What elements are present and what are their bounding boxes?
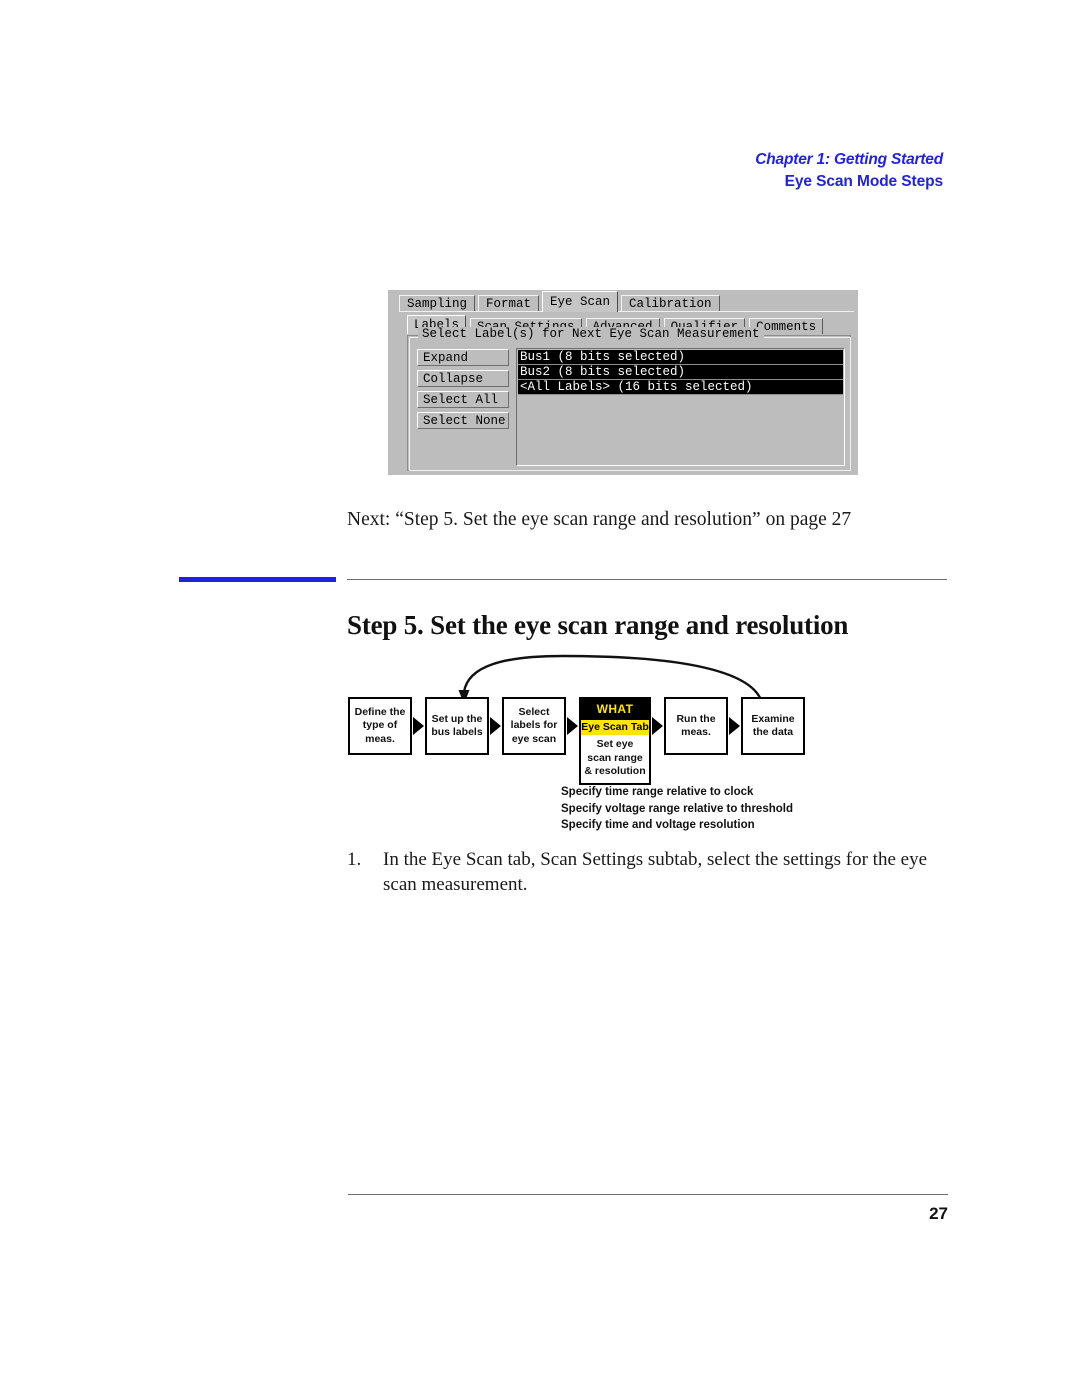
flow-diagram-notes: Specify time range relative to clock Spe…	[561, 784, 793, 834]
flow-box-setup-bus-labels: Set up the bus labels	[425, 697, 489, 755]
flow-box-line: scan range	[587, 751, 643, 764]
arrow-right-icon	[651, 697, 664, 755]
numbered-step-list: 1. In the Eye Scan tab, Scan Settings su…	[347, 847, 947, 898]
eye-scan-tab-badge: Eye Scan Tab	[581, 720, 649, 736]
flow-box-define-type: Define the type of meas.	[348, 697, 412, 755]
select-all-button[interactable]: Select All	[417, 391, 509, 408]
step-number: 1.	[347, 849, 362, 870]
arrow-right-icon	[566, 697, 579, 755]
expand-button[interactable]: Expand	[417, 349, 509, 366]
flow-box-line: Examine	[751, 712, 795, 725]
tab-eye-scan[interactable]: Eye Scan	[542, 291, 619, 312]
tab-format[interactable]: Format	[478, 295, 540, 312]
flow-box-set-scan-range-highlight: WHAT Eye Scan Tab Set eye scan range & r…	[579, 697, 651, 785]
heading-thin-rule	[347, 579, 947, 580]
flow-box-run-meas: Run the meas.	[664, 697, 728, 755]
flow-box-line: bus labels	[431, 726, 483, 738]
arrow-right-icon	[728, 697, 741, 755]
flow-box-examine-data: Examine the data	[741, 697, 805, 755]
eye-scan-flow-diagram: Define the type of meas. Set up the bus …	[348, 652, 805, 834]
flow-box-line: meas.	[681, 726, 711, 738]
tab-sampling[interactable]: Sampling	[399, 295, 476, 312]
label-list[interactable]: Bus1 (8 bits selected) Bus2 (8 bits sele…	[516, 348, 845, 466]
next-cross-reference: Next: “Step 5. Set the eye scan range an…	[347, 509, 852, 530]
step-text: In the Eye Scan tab, Scan Settings subta…	[383, 849, 927, 896]
flow-note: Specify time range relative to clock	[561, 786, 754, 798]
header-chapter-label: Chapter 1: Getting Started	[755, 151, 943, 168]
flow-box-line: & resolution	[584, 765, 646, 778]
page-title: Step 5. Set the eye scan range and resol…	[347, 610, 849, 641]
collapse-button[interactable]: Collapse	[417, 370, 509, 387]
flow-box-line: the data	[752, 726, 794, 738]
flow-box-line: eye scan	[511, 732, 557, 745]
list-item[interactable]: <All Labels> (16 bits selected)	[518, 380, 843, 395]
list-item[interactable]: Bus2 (8 bits selected)	[518, 365, 843, 380]
groupbox-title: Select Label(s) for Next Eye Scan Measur…	[418, 327, 764, 341]
eye-scan-tab-panel: Labels Scan Settings Advanced Qualifier …	[399, 311, 854, 471]
flow-box-select-labels: Select labels for eye scan	[502, 697, 566, 755]
arrow-right-icon	[489, 697, 502, 755]
flow-box-line: Select	[518, 705, 550, 718]
flow-box-line: type of	[362, 719, 398, 732]
what-banner: WHAT	[581, 699, 649, 720]
flow-box-line: meas.	[365, 732, 395, 745]
page-number: 27	[929, 1204, 948, 1223]
footer-rule	[348, 1194, 948, 1195]
list-item[interactable]: Bus1 (8 bits selected)	[518, 350, 843, 365]
flow-box-line: labels for	[510, 719, 558, 732]
header-section-label: Eye Scan Mode Steps	[784, 173, 943, 191]
flow-note: Specify voltage range relative to thresh…	[561, 802, 793, 815]
select-labels-groupbox: Select Label(s) for Next Eye Scan Measur…	[407, 327, 851, 471]
flow-box-line: Define the	[354, 705, 406, 718]
running-header: Chapter 1: Getting Started Eye Scan Mode…	[755, 150, 943, 193]
flow-box-line: Set eye	[596, 738, 634, 751]
flow-box-body: Set eye scan range & resolution	[581, 735, 649, 782]
main-tabstrip: Sampling Format Eye Scan Calibration	[388, 290, 858, 312]
tab-calibration[interactable]: Calibration	[621, 295, 720, 312]
groupbox-body: Expand Collapse Select All Select None B…	[417, 348, 845, 466]
heading-accent-rule	[179, 577, 336, 582]
label-action-buttons: Expand Collapse Select All Select None	[417, 348, 509, 466]
select-none-button[interactable]: Select None	[417, 412, 509, 429]
flow-box-line: Run the	[676, 712, 716, 725]
list-item: 1. In the Eye Scan tab, Scan Settings su…	[347, 847, 947, 898]
flow-box-line: Set up the	[431, 712, 483, 725]
instrument-ui-screenshot: Sampling Format Eye Scan Calibration Lab…	[388, 290, 858, 475]
flow-box-row: Define the type of meas. Set up the bus …	[348, 697, 805, 785]
flow-note: Specify time and voltage resolution	[561, 819, 755, 832]
arrow-right-icon	[412, 697, 425, 755]
